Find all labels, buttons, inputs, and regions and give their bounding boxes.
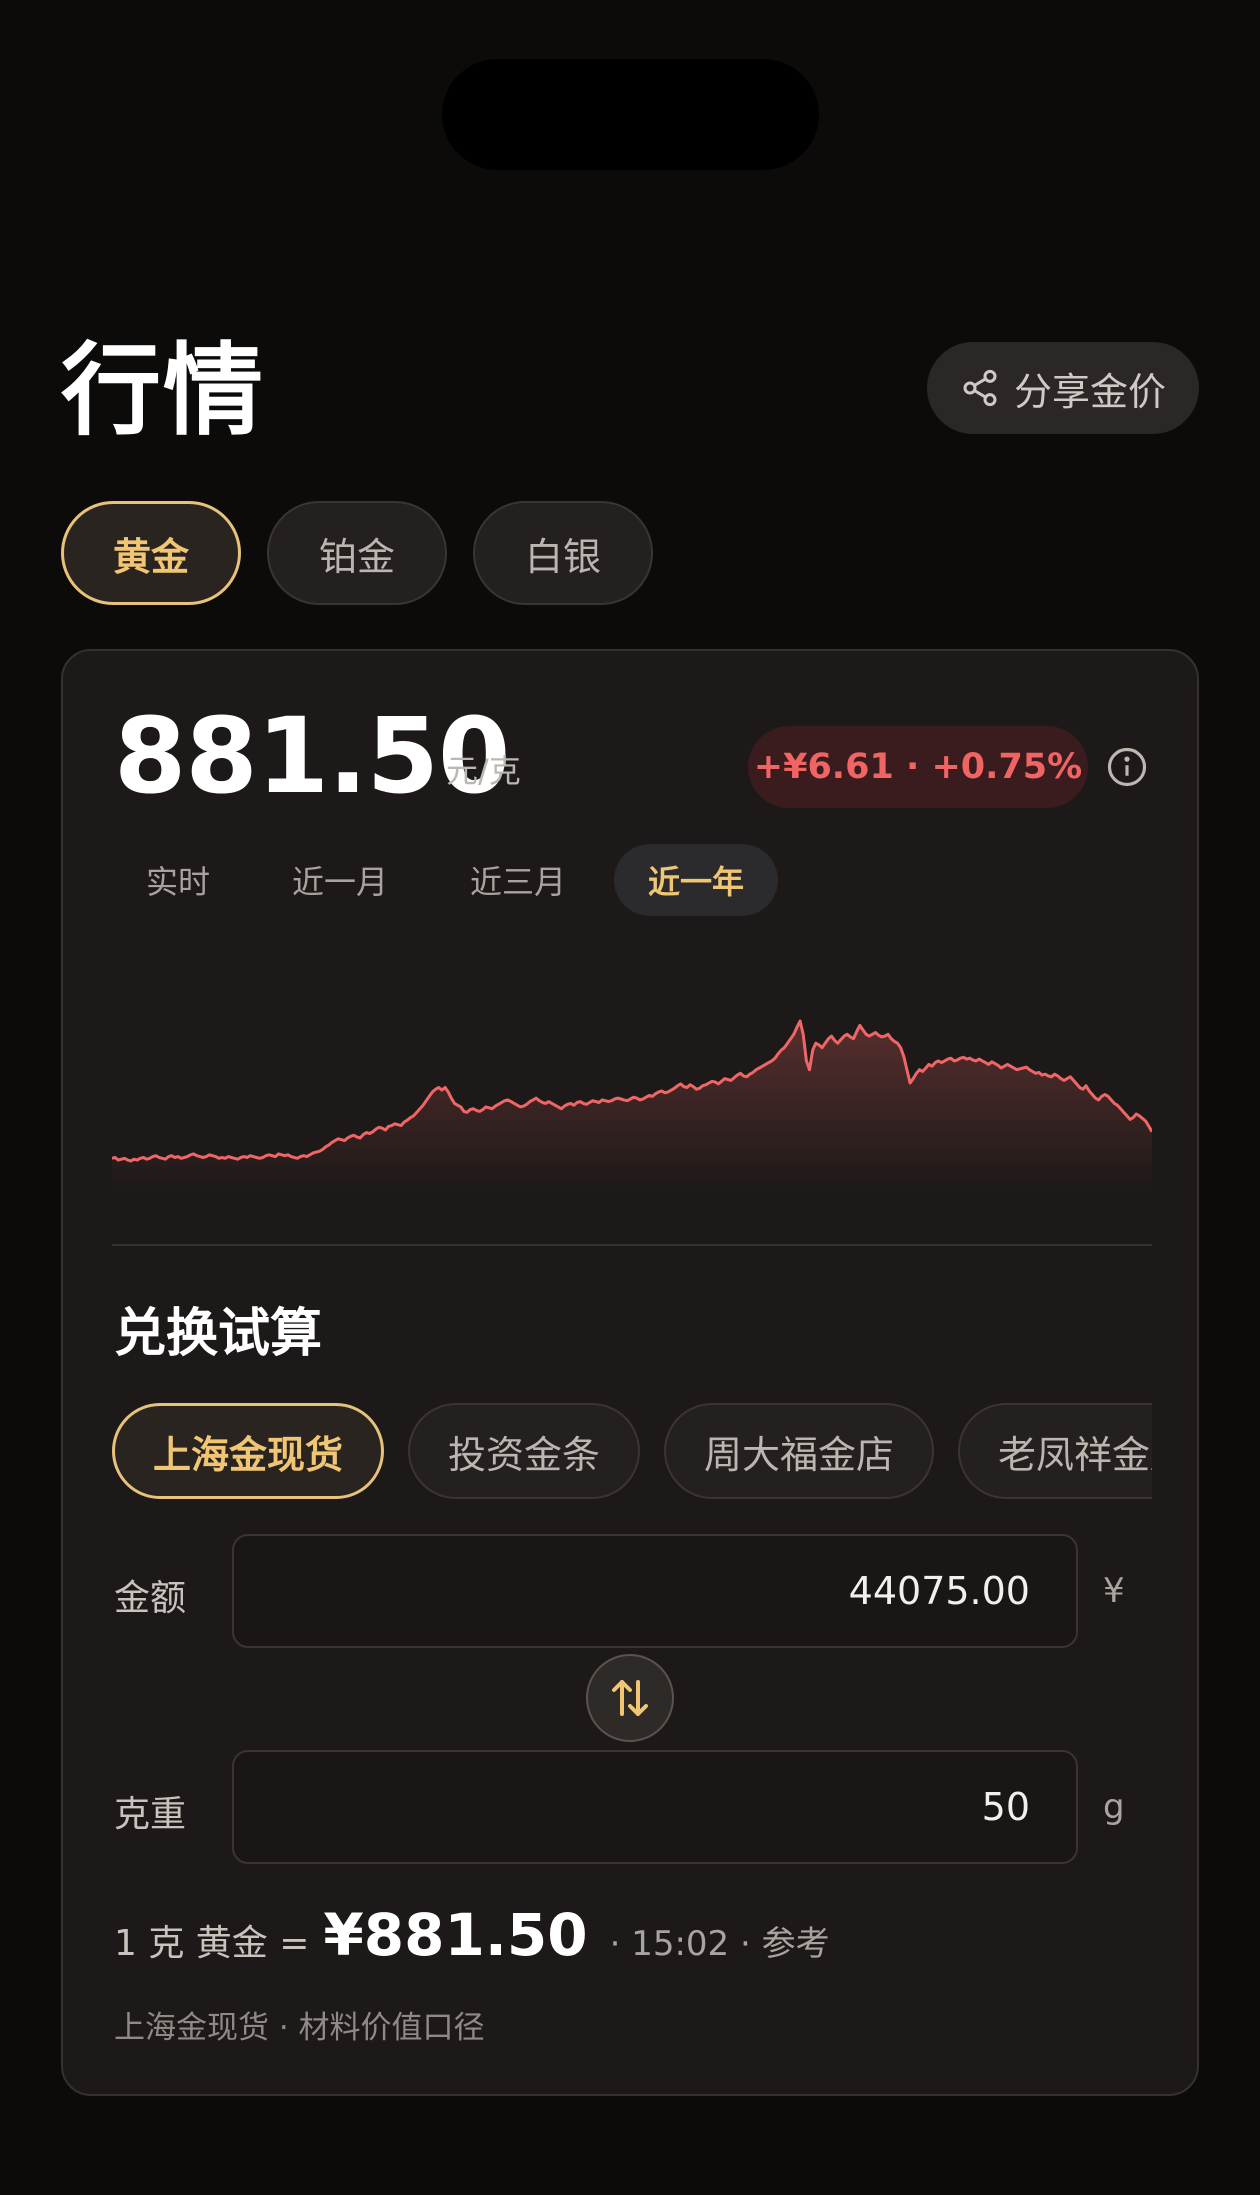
price-chart: [112, 1019, 1152, 1191]
swap-arrows-icon: [612, 1680, 648, 1716]
source-chow-tai-fook[interactable]: 周大福金店: [664, 1403, 935, 1499]
price-unit: 元/克: [446, 752, 521, 790]
tab-three-months[interactable]: 近三月: [436, 844, 600, 916]
chart-area: [112, 1021, 1152, 1191]
price-footnote: 上海金现货 · 材料价值口径: [114, 2010, 485, 2046]
page-title: 行情: [61, 332, 265, 449]
amount-input[interactable]: 44075.00: [232, 1534, 1078, 1648]
source-investment-bar[interactable]: 投资金条: [408, 1403, 641, 1499]
metal-tabs: 黄金 铂金 白银: [61, 501, 653, 605]
market-card: 881.50 元/克 +¥6.61 · +0.75% 实时 近一月 近三月 近一…: [61, 649, 1199, 2096]
swap-button[interactable]: [586, 1654, 674, 1742]
rate-value: ¥881.50: [323, 1901, 588, 1969]
share-price-label: 分享金价: [1013, 369, 1166, 414]
range-tabs: 实时 近一月 近三月 近一年: [114, 844, 792, 916]
divider: [112, 1244, 1152, 1246]
dynamic-island: [442, 59, 819, 170]
weight-input[interactable]: 50: [232, 1750, 1078, 1864]
weight-unit: g: [1103, 1787, 1125, 1827]
source-lao-feng-xiang[interactable]: 老凤祥金店: [958, 1403, 1152, 1499]
source-sge-spot[interactable]: 上海金现货: [112, 1403, 385, 1499]
info-icon[interactable]: [1106, 746, 1148, 788]
share-icon: [963, 369, 997, 407]
tab-realtime[interactable]: 实时: [114, 844, 244, 916]
rate-meta: · 15:02 · 参考: [609, 1924, 830, 1964]
weight-label: 克重: [114, 1794, 187, 1835]
share-price-button[interactable]: 分享金价: [927, 342, 1199, 434]
calculator-title: 兑换试算: [114, 1304, 323, 1364]
tab-one-year[interactable]: 近一年: [614, 844, 779, 916]
tab-silver[interactable]: 白银: [473, 501, 653, 605]
rate-prefix: 1 克 黄金 =: [114, 1923, 310, 1964]
amount-unit: ¥: [1103, 1571, 1125, 1611]
amount-label: 金额: [114, 1578, 187, 1619]
price-source-selector: 上海金现货 投资金条 周大福金店 老凤祥金店: [112, 1403, 1152, 1503]
tab-gold[interactable]: 黄金: [61, 501, 241, 605]
conversion-rate: 1 克 黄金 = ¥881.50 · 15:02 · 参考: [114, 1901, 830, 1969]
tab-one-month[interactable]: 近一月: [258, 844, 422, 916]
tab-platinum[interactable]: 铂金: [267, 501, 447, 605]
price-change-badge: +¥6.61 · +0.75%: [748, 726, 1088, 808]
